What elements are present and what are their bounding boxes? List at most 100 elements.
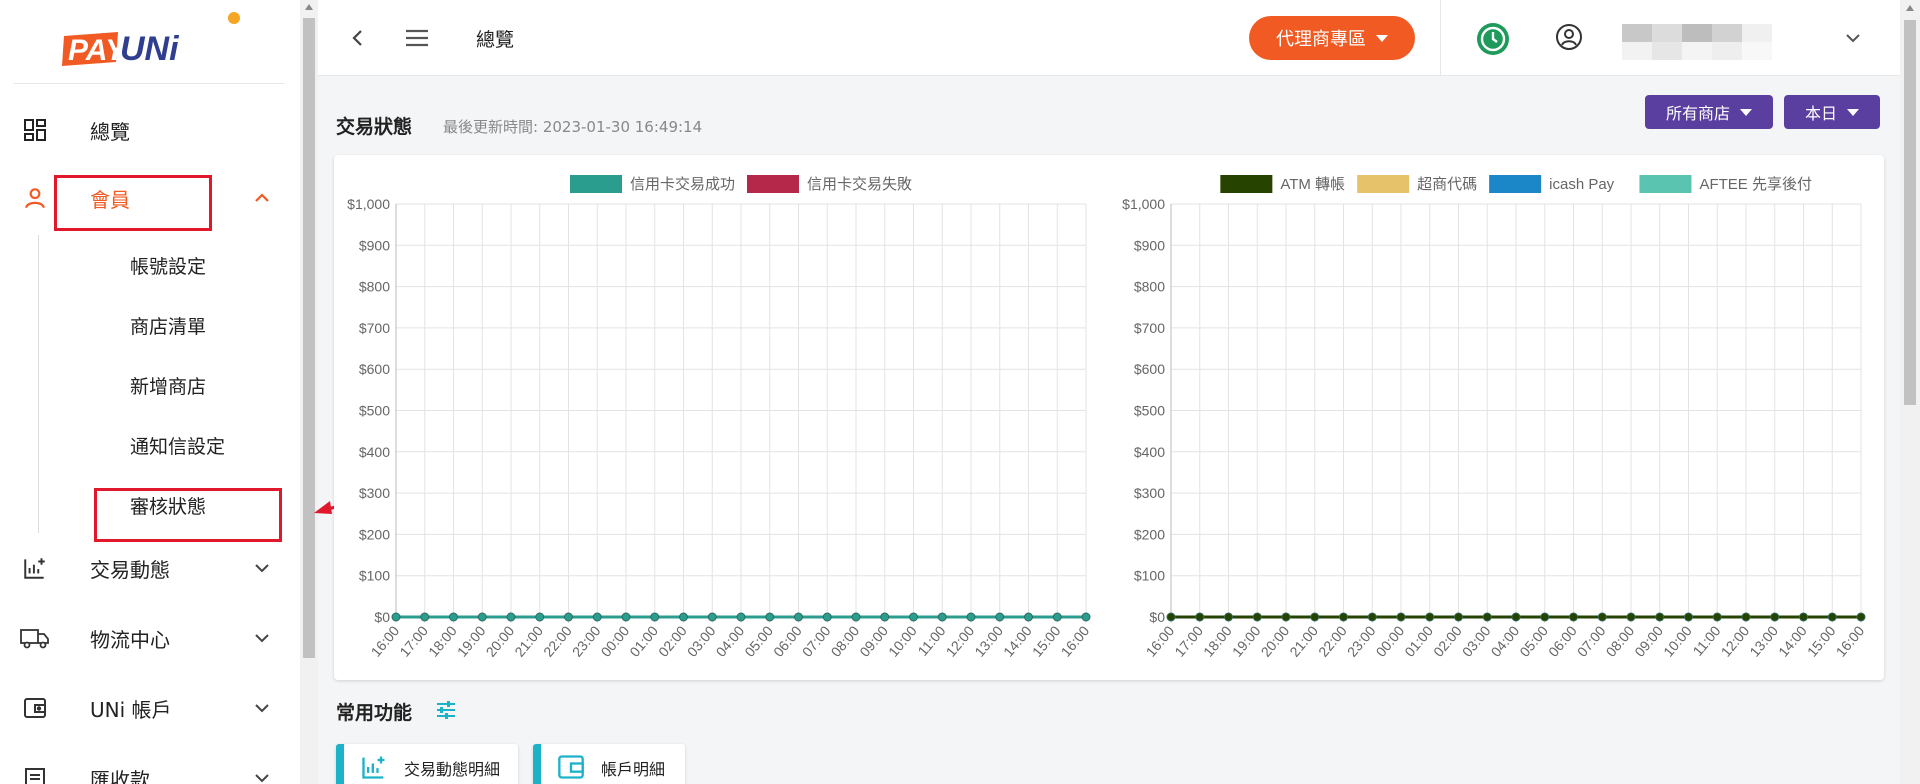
store-filter-dropdown[interactable]: 所有商店: [1645, 95, 1773, 129]
caret-down-icon: [1376, 34, 1388, 42]
x-tick-label: 00:00: [1373, 622, 1408, 659]
y-tick-label: $100: [359, 568, 390, 584]
sidebar-item-overview[interactable]: 總覽: [0, 100, 300, 160]
data-point: [1569, 612, 1578, 622]
data-point: [707, 612, 717, 622]
submenu-item-add-store[interactable]: 新增商店: [130, 372, 206, 399]
data-point: [851, 612, 861, 622]
chevron-down-icon[interactable]: [1843, 28, 1863, 48]
sidebar-item-remittance[interactable]: 匯收款: [0, 748, 300, 784]
annotation-box-member: [54, 175, 212, 231]
hamburger-menu-icon[interactable]: [404, 26, 430, 50]
sidebar-item-uni-account[interactable]: UNi 帳戶: [0, 678, 300, 738]
chevron-down-icon[interactable]: [250, 626, 274, 650]
x-tick-label: 10:00: [885, 622, 920, 659]
submenu-item-store-list[interactable]: 商店清單: [130, 312, 206, 339]
y-tick-label: $300: [359, 485, 390, 501]
data-point: [736, 612, 746, 622]
x-tick-label: 16:00: [1833, 622, 1868, 659]
x-tick-label: 12:00: [943, 622, 978, 659]
x-tick-label: 17:00: [396, 622, 431, 659]
data-point: [1454, 612, 1463, 622]
data-point: [592, 612, 602, 622]
caret-down-icon: [1740, 108, 1752, 116]
chevron-down-icon[interactable]: [250, 696, 274, 720]
legend-label: 超商代碼: [1417, 176, 1477, 193]
data-point: [1540, 612, 1550, 622]
x-tick-label: 22:00: [1315, 622, 1350, 659]
data-point: [909, 612, 918, 622]
scroll-up-arrow-icon[interactable]: [1906, 5, 1914, 11]
chevron-down-icon[interactable]: [250, 556, 274, 580]
x-tick-label: 22:00: [540, 622, 575, 659]
sidebar-item-logistics[interactable]: 物流中心: [0, 608, 300, 668]
x-tick-label: 11:00: [914, 622, 948, 658]
y-tick-label: $400: [1134, 444, 1165, 460]
chevron-up-icon[interactable]: [250, 186, 274, 210]
annotation-box-review-status: [94, 488, 282, 542]
data-point: [1052, 612, 1062, 622]
scroll-up-arrow-icon[interactable]: [305, 4, 313, 10]
date-filter-dropdown[interactable]: 本日: [1784, 95, 1880, 129]
user-name-redacted[interactable]: [1622, 22, 1792, 64]
legend-label: icash Pay: [1549, 176, 1615, 193]
sidebar-scrollbar[interactable]: [300, 0, 318, 784]
submenu-item-account-settings[interactable]: 帳號設定: [130, 252, 206, 279]
main-scrollbar[interactable]: [1900, 0, 1920, 784]
x-tick-label: 19:00: [454, 622, 489, 659]
data-point: [1310, 612, 1320, 622]
data-point: [966, 612, 976, 622]
data-point: [1511, 612, 1521, 622]
data-point: [650, 612, 660, 622]
x-tick-label: 16:00: [1143, 622, 1178, 659]
account-circle-icon[interactable]: [1554, 22, 1584, 52]
x-tick-label: 02:00: [655, 622, 690, 659]
back-arrow-icon[interactable]: [348, 26, 368, 50]
legend-swatch: [1357, 175, 1410, 193]
chevron-down-icon[interactable]: [250, 766, 274, 784]
y-tick-label: $900: [1134, 237, 1165, 253]
submenu-item-notification-settings[interactable]: 通知信設定: [130, 432, 225, 459]
x-tick-label: 21:00: [1286, 622, 1321, 659]
sidebar-item-transactions[interactable]: 交易動態: [0, 538, 300, 598]
other-payments-chart: $0 $100 $200 $300 $400 $500 $600 $700 $800 $900 $1…: [1122, 175, 1868, 660]
data-point: [1339, 612, 1348, 622]
y-tick-label: $100: [1134, 568, 1165, 584]
agent-area-dropdown-button[interactable]: 代理商專區: [1249, 16, 1415, 60]
y-tick-label: $200: [1134, 526, 1165, 542]
receipt-icon: [20, 763, 50, 784]
data-point: [1626, 612, 1636, 622]
data-point: [1425, 612, 1435, 622]
favorite-transaction-details[interactable]: 交易動態明細: [336, 744, 518, 784]
clock-icon[interactable]: [1476, 22, 1510, 56]
data-point: [794, 612, 803, 622]
favorite-account-details[interactable]: 帳戶明細: [533, 744, 685, 784]
sidebar-scrollbar-thumb[interactable]: [303, 18, 315, 658]
user-icon: [20, 183, 50, 213]
chart-card: $0 $100 $200 $300 $400 $500 $600 $700 $800 $900 $1…: [334, 155, 1884, 680]
x-tick-label: 05:00: [741, 622, 776, 659]
sidebar-item-label: 交易動態: [90, 557, 170, 582]
data-point: [477, 612, 487, 622]
y-tick-label: $700: [1134, 320, 1165, 336]
chart-add-icon: [20, 553, 50, 583]
y-tick-label: $600: [1134, 361, 1165, 377]
main-scrollbar-thumb[interactable]: [1904, 20, 1916, 405]
data-point: [822, 612, 832, 622]
y-tick-label: $500: [359, 403, 390, 419]
legend-swatch: [1220, 175, 1273, 193]
data-point: [1684, 612, 1693, 622]
data-point: [535, 612, 545, 622]
x-tick-label: 00:00: [598, 622, 633, 659]
x-tick-label: 02:00: [1430, 622, 1465, 659]
payuni-logo[interactable]: PAY UNi: [58, 10, 243, 68]
logo-divider: [14, 83, 284, 84]
x-tick-label: 15:00: [1029, 622, 1064, 659]
tune-settings-icon[interactable]: [434, 698, 458, 722]
x-tick-label: 13:00: [1746, 622, 1781, 659]
legend-swatch: [570, 175, 622, 193]
data-point: [449, 612, 458, 622]
y-tick-label: $600: [359, 361, 390, 377]
data-point: [1195, 612, 1205, 622]
data-point: [1741, 612, 1751, 622]
